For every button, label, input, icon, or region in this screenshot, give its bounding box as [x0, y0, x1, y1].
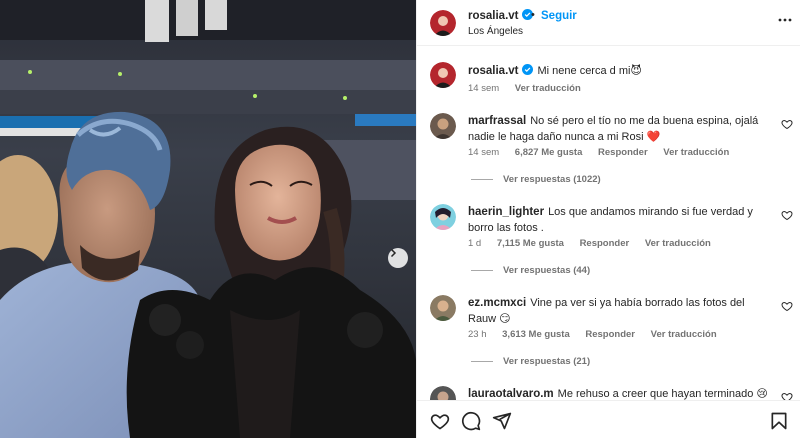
caption-text: Mi nene cerca d mi😈 — [537, 65, 642, 77]
comment-button[interactable] — [461, 411, 481, 431]
comment-username[interactable]: marfrassal — [468, 115, 526, 127]
heart-icon[interactable] — [781, 209, 793, 221]
author-username[interactable]: rosalia.vt — [468, 10, 519, 22]
comment-time[interactable]: 1 d — [468, 238, 481, 249]
bookmark-icon — [771, 412, 787, 430]
post-location[interactable]: Los Ángeles — [468, 26, 523, 37]
caption-translate-link[interactable]: Ver traducción — [515, 83, 581, 94]
caption-text-line: rosalia.vt Mi nene cerca d mi😈 — [468, 63, 768, 79]
comments-list[interactable]: rosalia.vt Mi nene cerca d mi😈 14 sem Ver… — [417, 47, 800, 400]
comment-likes[interactable]: 7,115 Me gusta — [497, 238, 564, 249]
heart-icon[interactable] — [781, 391, 793, 400]
replies-divider-line — [471, 360, 493, 362]
view-replies-label: Ver respuestas (21) — [503, 356, 591, 367]
comment-text: Me rehuso a creer que hayan terminado 😢 — [557, 388, 768, 400]
more-options-icon[interactable] — [777, 12, 793, 28]
like-button[interactable] — [430, 411, 450, 431]
reply-button[interactable]: Responder — [580, 238, 630, 249]
caption-username[interactable]: rosalia.vt — [468, 65, 519, 77]
avatar[interactable] — [430, 295, 456, 321]
comment-meta: 1 d 7,115 Me gusta Responder Ver traducc… — [468, 238, 724, 249]
comment-meta: 14 sem 6,827 Me gusta Responder Ver trad… — [468, 147, 742, 158]
reply-button[interactable]: Responder — [598, 147, 648, 158]
caption-meta: 14 sem Ver traducción — [468, 83, 594, 94]
instagram-post-view: rosalia.vt • Seguir Los Ángeles rosalia.… — [0, 0, 800, 438]
caption-time[interactable]: 14 sem — [468, 83, 499, 94]
heart-icon — [430, 414, 450, 430]
comment-likes[interactable]: 3,613 Me gusta — [502, 329, 570, 340]
translate-link[interactable]: Ver traducción — [651, 329, 717, 340]
post-photo — [0, 0, 416, 438]
carousel-next-button[interactable] — [388, 248, 408, 268]
comment-text-block: haerin_lighter Los que andamos mirando si… — [468, 204, 768, 236]
verified-badge-icon — [521, 64, 533, 75]
follow-button[interactable]: Seguir — [541, 10, 577, 22]
avatar[interactable] — [430, 62, 456, 88]
photo-illustration — [0, 0, 416, 438]
comment-text-block: marfrassal No sé pero el tío no me da bue… — [468, 113, 768, 145]
separator-dot: • — [531, 9, 535, 21]
translate-link[interactable]: Ver traducción — [645, 238, 711, 249]
post-header: rosalia.vt • Seguir Los Ángeles — [417, 0, 800, 46]
avatar[interactable] — [430, 10, 456, 36]
share-button[interactable] — [492, 411, 512, 431]
avatar[interactable] — [430, 113, 456, 139]
view-replies-label: Ver respuestas (1022) — [503, 174, 601, 185]
replies-divider-line — [471, 178, 493, 180]
comment-username[interactable]: lauraotalvaro.m — [468, 388, 554, 400]
view-replies-button[interactable]: Ver respuestas (21) — [471, 356, 590, 367]
post-side-panel: rosalia.vt • Seguir Los Ángeles rosalia.… — [416, 0, 800, 438]
comment-time[interactable]: 23 h — [468, 329, 487, 340]
comment-time[interactable]: 14 sem — [468, 147, 499, 158]
comment-icon — [461, 411, 481, 431]
chevron-right-icon — [390, 248, 397, 258]
comment-text-block: ez.mcmxci Vine pa ver si ya había borrado… — [468, 295, 768, 327]
view-replies-button[interactable]: Ver respuestas (44) — [471, 265, 590, 276]
heart-icon[interactable] — [781, 118, 793, 130]
translate-link[interactable]: Ver traducción — [663, 147, 729, 158]
save-button[interactable] — [769, 411, 789, 431]
avatar[interactable] — [430, 386, 456, 400]
view-replies-label: Ver respuestas (44) — [503, 265, 591, 276]
view-replies-button[interactable]: Ver respuestas (1022) — [471, 174, 601, 185]
reply-button[interactable]: Responder — [585, 329, 635, 340]
comment-username[interactable]: ez.mcmxci — [468, 297, 526, 309]
author-line: rosalia.vt — [468, 9, 533, 22]
avatar[interactable] — [430, 204, 456, 230]
comment-text-block: lauraotalvaro.m Me rehuso a creer que hay… — [468, 386, 768, 400]
replies-divider-line — [471, 269, 493, 271]
share-icon — [492, 412, 512, 430]
comment-username[interactable]: haerin_lighter — [468, 206, 544, 218]
comment-meta: 23 h 3,613 Me gusta Responder Ver traduc… — [468, 329, 730, 340]
post-action-bar — [417, 400, 800, 438]
comment-likes[interactable]: 6,827 Me gusta — [515, 147, 583, 158]
heart-icon[interactable] — [781, 300, 793, 312]
